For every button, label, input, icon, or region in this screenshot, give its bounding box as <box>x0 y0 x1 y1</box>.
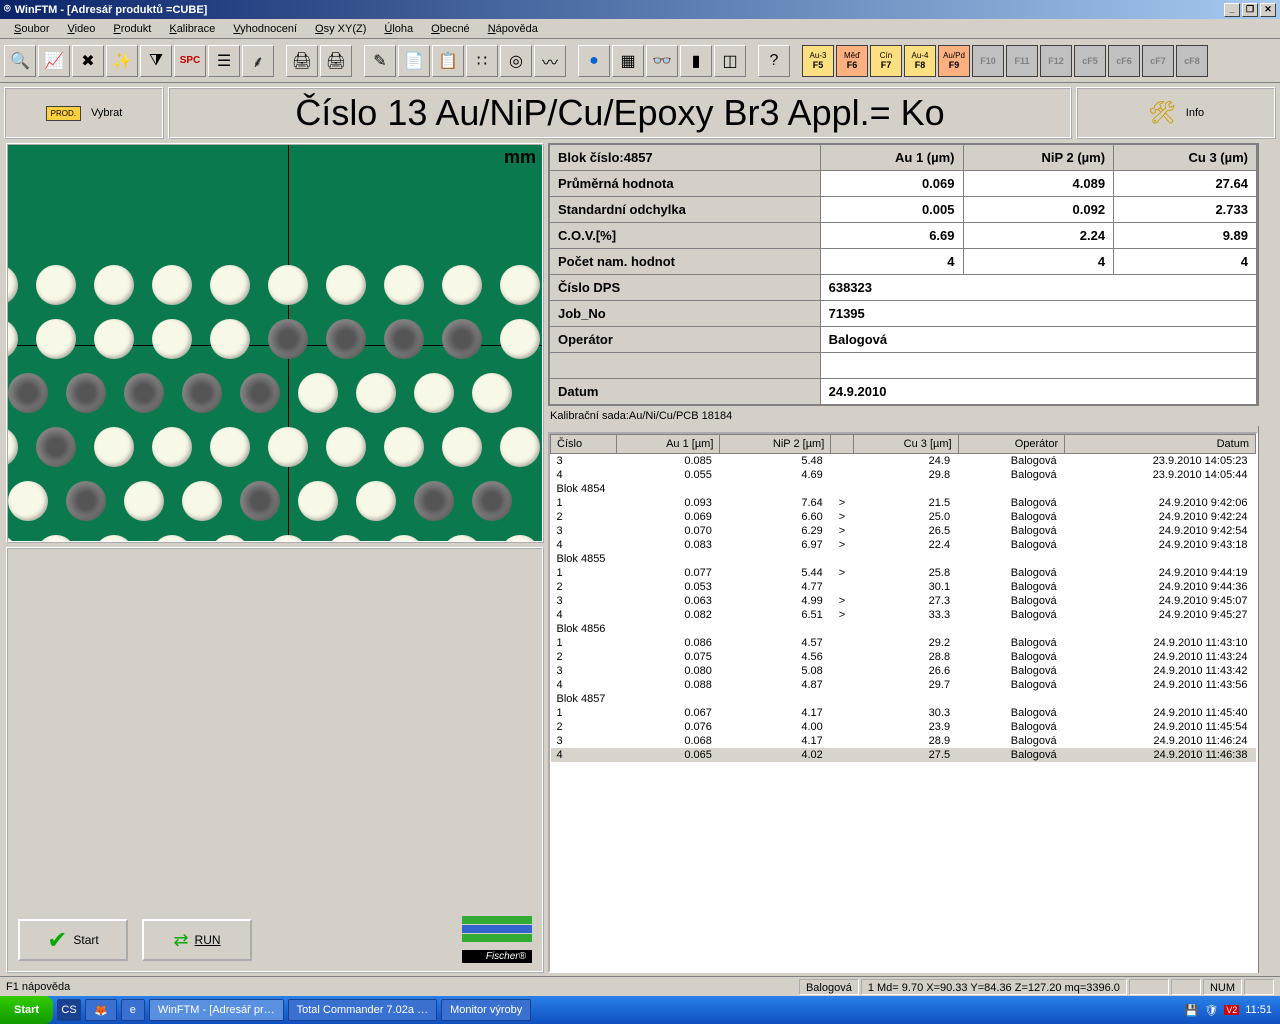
product-title-box: Číslo 13 Au/NiP/Cu/Epoxy Br3 Appl.= Ko <box>168 87 1072 139</box>
status-operator: Balogová <box>799 979 859 995</box>
fkey-cf6: cF6 <box>1108 45 1140 77</box>
tray-save-icon[interactable]: 💾 <box>1185 1004 1199 1017</box>
spc-icon[interactable]: SPC <box>174 45 206 77</box>
info-label: Info <box>1186 107 1204 119</box>
note-icon[interactable]: 📄 <box>398 45 430 77</box>
taskbar-item-0[interactable]: WinFTM - [Adresář pr… <box>149 999 284 1021</box>
fkey-f7[interactable]: CínF7 <box>870 45 902 77</box>
quick-ie-icon[interactable]: e <box>121 999 145 1021</box>
probe-icon[interactable]: ⸙ <box>242 45 274 77</box>
quick-firefox-icon[interactable]: 🦊 <box>85 999 117 1021</box>
binoculars-icon[interactable]: 👓 <box>646 45 678 77</box>
camera-view[interactable]: mm <box>6 143 544 543</box>
edit-icon[interactable]: ✎ <box>364 45 396 77</box>
fkey-f11: F11 <box>1006 45 1038 77</box>
stats-scrollbar[interactable] <box>1258 143 1274 406</box>
pcb-pads <box>6 265 544 543</box>
fkey-f6[interactable]: MěďF6 <box>836 45 868 77</box>
fkey-f5[interactable]: Au-3F5 <box>802 45 834 77</box>
menu-vyhodnocení[interactable]: Vyhodnocení <box>225 21 305 37</box>
taskbar-item-2[interactable]: Monitor výroby <box>441 999 531 1021</box>
toolbar: 🔍 📈 ✖ ✨ ⧩ SPC ☰ ⸙ 🖨 🖨 ✎ 📄 📋 ∷ ◎ 〰 ● ▦ 👓 … <box>0 39 1280 83</box>
fischer-text: Fischer® <box>462 950 532 963</box>
tray-shield-icon[interactable]: 🛡 <box>1204 1004 1218 1017</box>
grid-scrollbar[interactable] <box>1258 426 1274 973</box>
select-label: Vybrat <box>91 107 122 119</box>
camera-unit: mm <box>504 147 536 168</box>
chart-icon[interactable]: 〰 <box>534 45 566 77</box>
taskbar-item-1[interactable]: Total Commander 7.02a … <box>288 999 437 1021</box>
fkey-cf5: cF5 <box>1074 45 1106 77</box>
window-title: WinFTM - [Adresář produktů =CUBE] <box>15 4 208 16</box>
status-num: NUM <box>1203 979 1242 995</box>
fkey-cf8: cF8 <box>1176 45 1208 77</box>
menu-osy xy(z)[interactable]: Osy XY(Z) <box>307 21 374 37</box>
menu-soubor[interactable]: Soubor <box>6 21 57 37</box>
tray-clock[interactable]: 11:51 <box>1245 1004 1272 1016</box>
taskbar-lang[interactable]: CS <box>57 999 81 1021</box>
system-tray[interactable]: 💾 🛡 V2 11:51 <box>1185 1004 1280 1017</box>
menu-video[interactable]: Video <box>59 21 103 37</box>
header-row: PROD. Vybrat Číslo 13 Au/NiP/Cu/Epoxy Br… <box>0 83 1280 143</box>
info-box[interactable]: 🛠 Info <box>1076 87 1276 139</box>
lower-panel: ✔ Start ⇄ RUN Fischer® <box>6 547 544 973</box>
menu-nápověda[interactable]: Nápověda <box>480 21 546 37</box>
close-button[interactable]: ✕ <box>1260 3 1276 17</box>
taskbar: Start CS 🦊 e WinFTM - [Adresář pr…Total … <box>0 996 1280 1024</box>
tools-icon: 🛠 <box>1148 100 1176 126</box>
status-help: F1 nápověda <box>6 981 70 993</box>
tray-lang-icon[interactable]: V2 <box>1224 1005 1239 1015</box>
app-icon: ⌾ <box>4 3 11 16</box>
fkey-f10: F10 <box>972 45 1004 77</box>
fischer-logo: Fischer® <box>462 916 532 963</box>
menu-obecné[interactable]: Obecné <box>423 21 478 37</box>
stats-table: Blok číslo:4857Au 1 (µm)NiP 2 (µm)Cu 3 (… <box>548 143 1258 406</box>
status-blank1 <box>1129 979 1169 995</box>
eraser-icon[interactable]: ◫ <box>714 45 746 77</box>
prod-icon: PROD. <box>46 106 81 121</box>
delete-icon[interactable]: ✖ <box>72 45 104 77</box>
filter-icon[interactable]: ⧩ <box>140 45 172 77</box>
target-icon[interactable]: ◎ <box>500 45 532 77</box>
print-icon[interactable]: 🖨 <box>286 45 318 77</box>
start-button[interactable]: ✔ Start <box>18 919 128 961</box>
spectrum-icon[interactable]: 📈 <box>38 45 70 77</box>
status-coords: 1 Md= 9.70 X=90.33 Y=84.36 Z=127.20 mq=3… <box>861 979 1127 995</box>
minimize-button[interactable]: _ <box>1224 3 1240 17</box>
print2-icon[interactable]: 🖨 <box>320 45 352 77</box>
layers-icon[interactable]: ☰ <box>208 45 240 77</box>
data-grid[interactable]: ČísloAu 1 [µm]NiP 2 [µm]Cu 3 [µm]Operáto… <box>548 432 1258 973</box>
grid-icon[interactable]: ▦ <box>612 45 644 77</box>
check-icon: ✔ <box>47 926 67 955</box>
product-title: Číslo 13 Au/NiP/Cu/Epoxy Br3 Appl.= Ko <box>283 92 956 134</box>
start-menu-button[interactable]: Start <box>0 996 53 1024</box>
form-icon[interactable]: 📋 <box>432 45 464 77</box>
fkey-f8[interactable]: Au-4F8 <box>904 45 936 77</box>
run-icon: ⇄ <box>173 930 188 951</box>
run-button[interactable]: ⇄ RUN <box>142 919 252 961</box>
menu-produkt[interactable]: Produkt <box>105 21 159 37</box>
calibration-set: Kalibrační sada:Au/Ni/Cu/PCB 18184 <box>548 406 1274 426</box>
window-titlebar: ⌾ WinFTM - [Adresář produktů =CUBE] _ ❐ … <box>0 0 1280 19</box>
menu-úloha[interactable]: Úloha <box>376 21 421 37</box>
start-menu-label: Start <box>14 1004 39 1016</box>
fkey-cf7: cF7 <box>1142 45 1174 77</box>
status-blank3 <box>1244 979 1274 995</box>
menubar: SouborVideoProduktKalibraceVyhodnoceníOs… <box>0 19 1280 39</box>
menu-kalibrace[interactable]: Kalibrace <box>161 21 223 37</box>
palette-icon[interactable]: ▮ <box>680 45 712 77</box>
wand-icon[interactable]: ✨ <box>106 45 138 77</box>
fkey-f9[interactable]: Au/PdF9 <box>938 45 970 77</box>
fkey-f12: F12 <box>1040 45 1072 77</box>
scatter-icon[interactable]: ∷ <box>466 45 498 77</box>
select-box[interactable]: PROD. Vybrat <box>4 87 164 139</box>
zoom-icon[interactable]: 🔍 <box>4 45 36 77</box>
help-icon[interactable]: ? <box>758 45 790 77</box>
statusbar: F1 nápověda Balogová 1 Md= 9.70 X=90.33 … <box>0 976 1280 996</box>
start-label: Start <box>73 933 98 947</box>
circle-icon[interactable]: ● <box>578 45 610 77</box>
run-label: RUN <box>195 933 221 947</box>
restore-button[interactable]: ❐ <box>1242 3 1258 17</box>
status-blank2 <box>1171 979 1201 995</box>
